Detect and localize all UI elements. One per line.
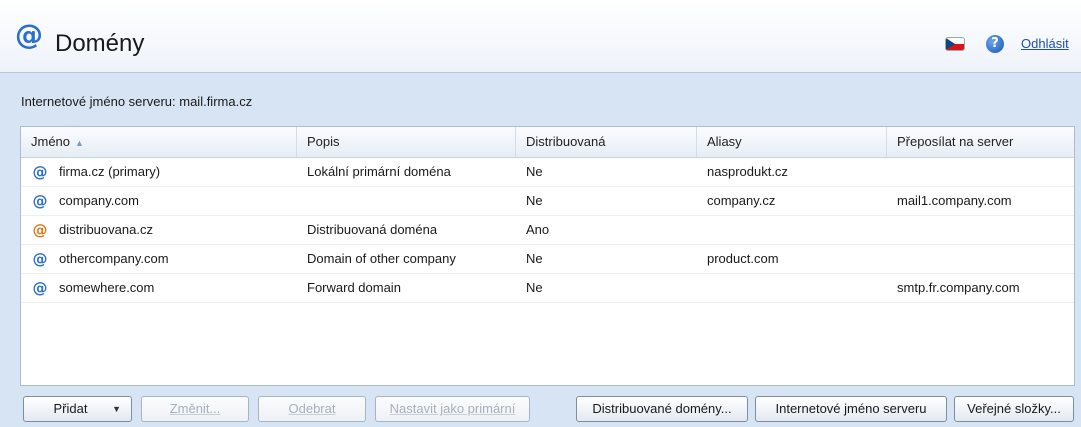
local-domain-icon: @ — [32, 192, 48, 210]
cell-name: company.com — [59, 193, 139, 208]
server-hostname-button[interactable]: Internetové jméno serveru — [755, 396, 947, 422]
cell-name: somewhere.com — [59, 280, 155, 295]
cell-aliases: nasprodukt.cz — [707, 164, 788, 179]
cell-forward: smtp.fr.company.com — [897, 280, 1020, 295]
table-row[interactable]: @ somewhere.com Forward domain Ne smtp.fr.co… — [21, 274, 1074, 303]
set-primary-button[interactable]: Nastavit jako primární — [375, 396, 530, 422]
cell-forward: mail1.company.com — [897, 193, 1012, 208]
cell-distributed: Ano — [526, 222, 550, 237]
table-row[interactable]: @ distribuovana.cz Distribuovaná doména Ano — [21, 216, 1074, 245]
table-header: Jméno ▲ Popis Distribuovaná Aliasy Přepos… — [21, 127, 1074, 158]
domains-table: Jméno ▲ Popis Distribuovaná Aliasy Přepos… — [20, 126, 1075, 386]
czech-flag-icon[interactable] — [946, 38, 964, 50]
cell-distributed: Ne — [526, 193, 543, 208]
cell-description: Distribuovaná doména — [307, 222, 438, 237]
dropdown-arrow-icon: ▼ — [112, 404, 121, 414]
column-header-distributed[interactable]: Distribuovaná — [516, 127, 697, 157]
cell-distributed: Ne — [526, 280, 543, 295]
column-header-name[interactable]: Jméno ▲ — [21, 127, 297, 157]
page-header: @ Domény ? Odhlásit — [0, 0, 1081, 73]
cell-description: Forward domain — [307, 280, 401, 295]
sort-ascending-icon: ▲ — [75, 138, 84, 148]
local-domain-icon: @ — [32, 163, 48, 181]
column-header-aliases[interactable]: Aliasy — [697, 127, 887, 157]
page-title: Domény — [55, 30, 145, 57]
cell-aliases: product.com — [707, 251, 779, 266]
cell-name: distribuovana.cz — [59, 222, 153, 237]
public-folders-button[interactable]: Veřejné složky... — [954, 396, 1074, 422]
server-hostname-text: Internetové jméno serveru: mail.firma.cz — [21, 94, 253, 109]
add-button[interactable]: Přidat ▼ — [23, 396, 132, 422]
local-domain-icon: @ — [32, 279, 48, 297]
help-icon[interactable]: ? — [986, 35, 1004, 53]
column-header-description[interactable]: Popis — [297, 127, 516, 157]
cell-name: othercompany.com — [59, 251, 169, 266]
domains-at-icon: @ — [15, 18, 43, 51]
cell-distributed: Ne — [526, 164, 543, 179]
cell-distributed: Ne — [526, 251, 543, 266]
logout-link[interactable]: Odhlásit — [1021, 36, 1069, 51]
edit-button[interactable]: Změnit... — [141, 396, 249, 422]
cell-description: Domain of other company — [307, 251, 456, 266]
table-row[interactable]: @ company.com Ne company.cz mail1.company.co… — [21, 187, 1074, 216]
local-domain-icon: @ — [32, 250, 48, 268]
cell-aliases: company.cz — [707, 193, 776, 208]
column-header-forward[interactable]: Přeposílat na server — [887, 127, 1074, 157]
table-row[interactable]: @ othercompany.com Domain of other company… — [21, 245, 1074, 274]
cell-name: firma.cz (primary) — [59, 164, 161, 179]
distributed-domain-icon: @ — [32, 221, 48, 239]
cell-description: Lokální primární doména — [307, 164, 451, 179]
remove-button[interactable]: Odebrat — [258, 396, 366, 422]
distributed-domains-button[interactable]: Distribuované domény... — [576, 396, 748, 422]
table-row[interactable]: @ firma.cz (primary) Lokální primární domé… — [21, 158, 1074, 187]
